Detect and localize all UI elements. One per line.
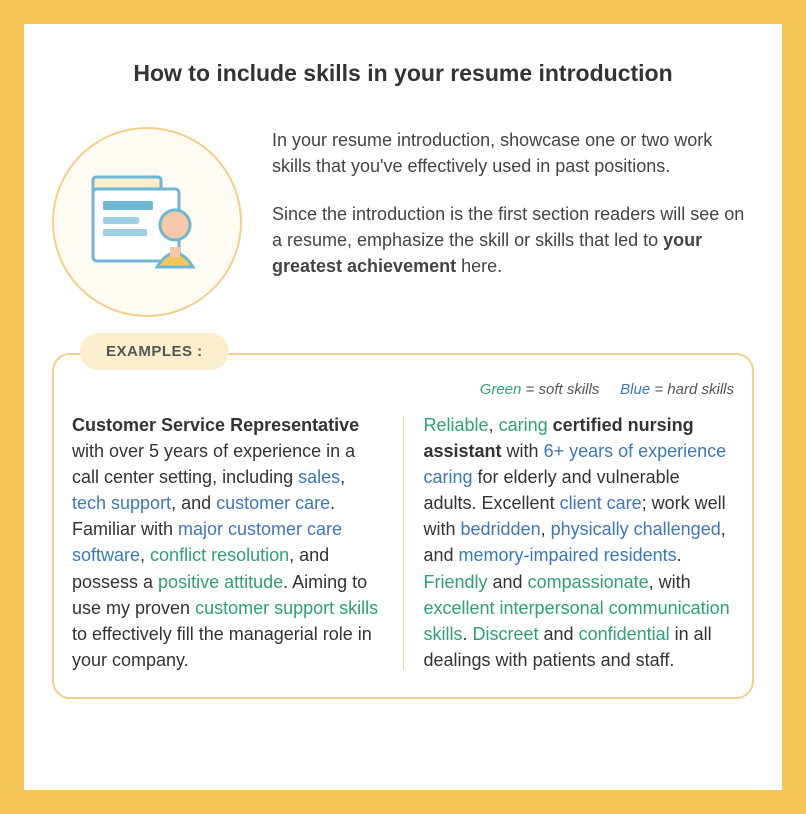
skill-friendly: Friendly <box>424 572 488 592</box>
skill-client-care: client care <box>560 493 642 513</box>
card: How to include skills in your resume int… <box>24 24 782 790</box>
t: , <box>489 415 499 435</box>
intro-text: In your resume introduction, showcase on… <box>272 127 754 301</box>
t: , with <box>649 572 691 592</box>
t: , <box>340 467 345 487</box>
skill-sales: sales <box>298 467 340 487</box>
skill-memory-impaired: memory-impaired residents <box>459 545 677 565</box>
example-right: Reliable, caring certified nursing assis… <box>424 412 735 673</box>
skill-positive-attitude: positive attitude <box>158 572 283 592</box>
t: , and <box>171 493 216 513</box>
skill-physically-challenged: physically challenged <box>551 519 721 539</box>
skill-discreet: Discreet <box>473 624 539 644</box>
t: , <box>541 519 551 539</box>
legend-blue-eq: = hard skills <box>650 381 734 398</box>
t: . <box>677 545 682 565</box>
skill-customer-care: customer care <box>216 493 330 513</box>
legend-green-eq: = soft skills <box>521 381 599 398</box>
intro-paragraph-2: Since the introduction is the first sect… <box>272 201 754 279</box>
t: and <box>539 624 579 644</box>
skill-caring: caring <box>499 415 548 435</box>
profile-document-icon <box>52 127 242 317</box>
t: with <box>502 441 544 461</box>
skill-confidential: confidential <box>579 624 670 644</box>
legend: Green = soft skills Blue = hard skills <box>72 381 734 398</box>
t: to effectively fill the managerial role … <box>72 624 372 670</box>
example-columns: Customer Service Representative with ove… <box>72 412 734 673</box>
skill-customer-support: customer support skills <box>195 598 378 618</box>
example-left: Customer Service Representative with ove… <box>72 412 383 673</box>
intro-row: In your resume introduction, showcase on… <box>52 127 754 317</box>
intro-paragraph-1: In your resume introduction, showcase on… <box>272 127 754 179</box>
skill-reliable: Reliable <box>424 415 489 435</box>
skill-tech-support: tech support <box>72 493 171 513</box>
skill-conflict-resolution: conflict resolution <box>150 545 289 565</box>
examples-box: EXAMPLES : Green = soft skills Blue = ha… <box>52 353 754 699</box>
t: . <box>463 624 473 644</box>
t: , <box>140 545 150 565</box>
page-title: How to include skills in your resume int… <box>52 60 754 87</box>
column-divider <box>403 416 404 669</box>
left-title: Customer Service Representative <box>72 415 359 435</box>
intro-p2-b: here. <box>456 256 502 276</box>
legend-blue: Blue <box>620 381 650 398</box>
examples-label: EXAMPLES : <box>80 333 229 370</box>
t: and <box>488 572 528 592</box>
skill-bedridden: bedridden <box>461 519 541 539</box>
legend-green: Green <box>480 381 522 398</box>
skill-compassionate: compassionate <box>528 572 649 592</box>
